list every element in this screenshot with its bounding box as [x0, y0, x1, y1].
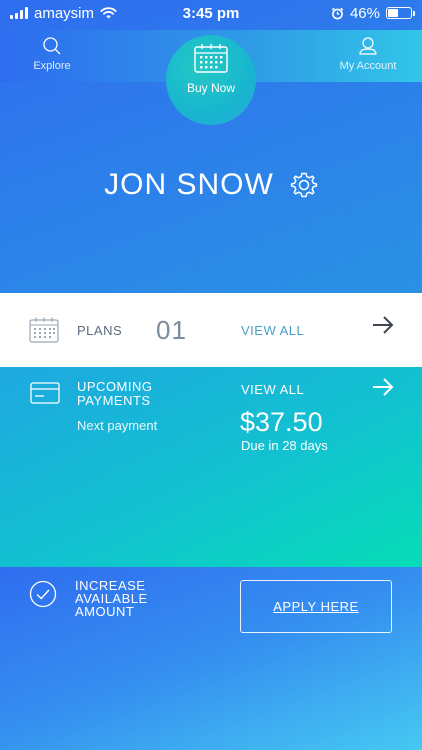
nav-my-account[interactable]: My Account: [323, 36, 413, 72]
buy-now-button[interactable]: Buy Now: [166, 35, 256, 125]
battery-percent: 46%: [349, 4, 380, 22]
plans-label: PLANS: [77, 323, 123, 338]
credit-card-icon: [30, 382, 60, 404]
increase-amount-label: INCREASE AVAILABLE AMOUNT: [75, 578, 148, 619]
upcoming-payments-card: UPCOMING PAYMENTS Next payment VIEW ALL …: [0, 367, 422, 567]
apply-here-button[interactable]: APPLY HERE: [240, 580, 392, 633]
status-left: amaysim: [10, 5, 117, 22]
search-icon: [43, 37, 61, 55]
payments-view-all-link[interactable]: VIEW ALL: [241, 382, 304, 397]
nav-account-label: My Account: [339, 60, 397, 72]
nav-explore-label: Explore: [33, 60, 71, 72]
user-header: JON SNOW: [0, 168, 422, 202]
payment-due-text: Due in 28 days: [241, 438, 328, 453]
status-right: 46%: [331, 4, 415, 22]
calendar-icon: [29, 317, 59, 343]
wifi-icon: [100, 7, 117, 19]
arrow-right-icon[interactable]: [372, 315, 394, 335]
payment-amount: $37.50: [240, 407, 323, 437]
carrier-name: amaysim: [34, 4, 95, 22]
battery-icon: [386, 7, 415, 19]
next-payment-label: Next payment: [77, 418, 158, 433]
calendar-icon: [194, 44, 228, 73]
buy-now-label: Buy Now: [186, 81, 236, 95]
plans-card[interactable]: PLANS 01 VIEW ALL: [0, 293, 422, 367]
check-circle-icon: [29, 580, 57, 608]
status-bar: amaysim 3:45 pm 46%: [0, 0, 422, 26]
arrow-right-icon[interactable]: [372, 377, 394, 397]
user-name: JON SNOW: [104, 168, 274, 201]
nav-explore[interactable]: Explore: [7, 36, 97, 72]
battery-fill: [388, 9, 399, 17]
alarm-icon: [331, 7, 344, 19]
plans-count: 01: [156, 315, 187, 345]
signal-icon: [10, 7, 28, 19]
increase-amount-section: INCREASE AVAILABLE AMOUNT APPLY HERE: [0, 567, 422, 750]
plans-view-all-link[interactable]: VIEW ALL: [241, 323, 304, 338]
upcoming-payments-label: UPCOMING PAYMENTS: [77, 379, 153, 408]
gear-icon[interactable]: [290, 171, 318, 199]
user-icon: [359, 37, 377, 55]
